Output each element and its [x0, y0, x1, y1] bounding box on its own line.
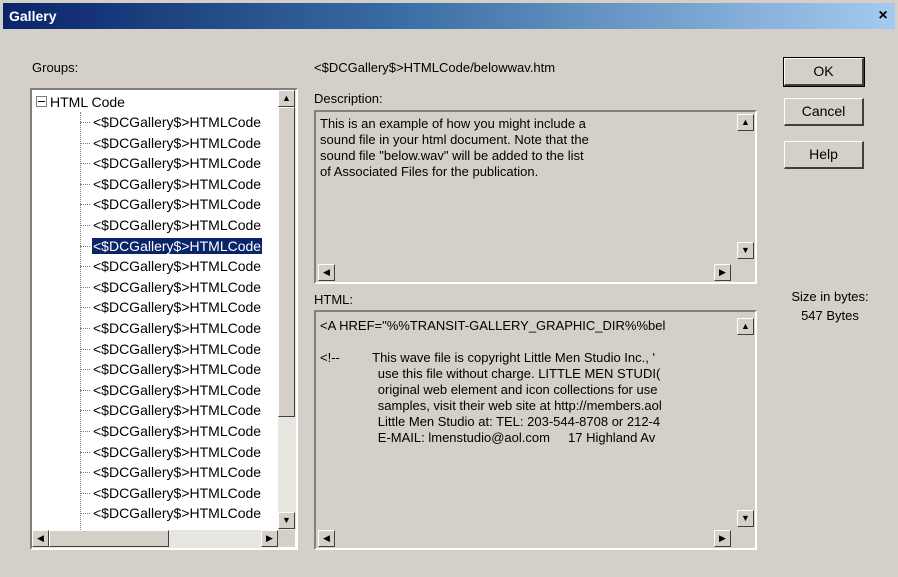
- html-code-line: E-MAIL: lmenstudio@aol.com 17 Highland A…: [320, 430, 656, 445]
- scrollbar-corner: [278, 530, 295, 547]
- file-path-label: <$DCGallery$>HTMLCode/belowwav.htm: [314, 60, 556, 75]
- html-code-text: <A HREF="%%TRANSIT-GALLERY_GRAPHIC_DIR%%…: [320, 318, 730, 446]
- tree-item-label: <$DCGallery$>HTMLCode: [93, 464, 262, 481]
- tree-item-label: <$DCGallery$>HTMLCode: [90, 236, 264, 255]
- tree-item-label: <$DCGallery$>HTMLCode: [93, 196, 262, 213]
- description-line: sound file in your html document. Note t…: [320, 132, 589, 147]
- scroll-right-arrow-icon[interactable]: ▶: [261, 530, 278, 547]
- html-code-line: [320, 334, 730, 350]
- tree-item[interactable]: <$DCGallery$>HTMLCode: [80, 503, 262, 523]
- tree-item-label: <$DCGallery$>HTMLCode: [93, 423, 262, 439]
- html-code-line: use this file without charge. LITTLE MEN…: [320, 366, 661, 381]
- tree-item-label: <$DCGallery$>HTMLCode: [93, 381, 262, 398]
- gallery-dialog: Gallery × Groups: HTML Code <$DCGallery$…: [0, 0, 898, 577]
- tree-item[interactable]: <$DCGallery$>HTMLCode: [80, 318, 262, 338]
- html-scroll-right-icon[interactable]: ▶: [714, 530, 731, 547]
- description-vertical-scrollbar[interactable]: ▲ ▼: [736, 112, 755, 264]
- description-text: This is an example of how you might incl…: [320, 116, 720, 180]
- description-line: of Associated Files for the publication.: [320, 164, 539, 179]
- tree-item-label: <$DCGallery$>HTMLCode: [93, 505, 262, 522]
- html-horizontal-scrollbar[interactable]: ◀ ▶: [316, 530, 736, 548]
- tree-item-label: <$DCGallery$>HTMLCode: [93, 320, 262, 336]
- size-label: Size in bytes:: [791, 289, 869, 304]
- groups-horizontal-scrollbar[interactable]: ◀ ▶: [32, 530, 278, 548]
- tree-item-label: <$DCGallery$>HTMLCode: [93, 443, 262, 460]
- description-scroll-down-icon[interactable]: ▼: [737, 242, 754, 259]
- tree-item[interactable]: <$DCGallery$>HTMLCode: [80, 483, 262, 503]
- collapse-toggle-icon[interactable]: [36, 96, 47, 107]
- html-scroll-down-icon[interactable]: ▼: [737, 510, 754, 527]
- tree-item-label: <$DCGallery$>HTMLCode: [93, 340, 262, 357]
- tree-item-label: <$DCGallery$>HTMLCode: [93, 114, 262, 130]
- tree-item[interactable]: <$DCGallery$>HTMLCode: [80, 194, 262, 214]
- size-value: 547 Bytes: [801, 308, 859, 323]
- ok-button[interactable]: OK: [783, 57, 865, 87]
- size-info: Size in bytes: 547 Bytes: [780, 287, 880, 325]
- description-scroll-right-icon[interactable]: ▶: [714, 264, 731, 281]
- tree-item[interactable]: <$DCGallery$>HTMLCode: [80, 153, 262, 173]
- cancel-button[interactable]: Cancel: [784, 98, 864, 126]
- description-horizontal-scrollbar[interactable]: ◀ ▶: [316, 264, 736, 282]
- tree-item[interactable]: <$DCGallery$>HTMLCode: [80, 256, 262, 276]
- html-vertical-scrollbar[interactable]: ▲ ▼: [736, 312, 755, 530]
- tree-item-label: <$DCGallery$>HTMLCode: [93, 484, 262, 501]
- html-label: HTML:: [314, 292, 353, 307]
- html-code-line: samples, visit their web site at http://…: [320, 398, 662, 413]
- tree-item-label: <$DCGallery$>HTMLCode: [93, 278, 262, 295]
- html-code-line: original web element and icon collection…: [320, 382, 658, 397]
- close-button[interactable]: ×: [873, 6, 893, 26]
- scroll-up-arrow-icon[interactable]: ▲: [278, 90, 295, 107]
- html-scroll-up-icon[interactable]: ▲: [737, 318, 754, 335]
- groups-vertical-scroll-thumb[interactable]: [278, 107, 295, 417]
- description-scroll-left-icon[interactable]: ◀: [318, 264, 335, 281]
- html-scroll-left-icon[interactable]: ◀: [318, 530, 335, 547]
- groups-horizontal-scroll-thumb[interactable]: [49, 530, 169, 547]
- tree-item[interactable]: <$DCGallery$>HTMLCode: [80, 421, 262, 441]
- description-line: sound file "below.wav" will be added to …: [320, 148, 584, 163]
- description-line: This is an example of how you might incl…: [320, 116, 586, 131]
- tree-root-html-code[interactable]: HTML Code: [50, 92, 125, 112]
- tree-item[interactable]: <$DCGallery$>HTMLCode: [80, 462, 262, 482]
- tree-item[interactable]: <$DCGallery$>HTMLCode: [80, 133, 262, 153]
- tree-item[interactable]: <$DCGallery$>HTMLCode: [80, 215, 262, 235]
- html-code-line: Little Men Studio at: TEL: 203-544-8708 …: [320, 414, 661, 429]
- tree-item[interactable]: <$DCGallery$>HTMLCode: [80, 112, 262, 132]
- tree-item-label: <$DCGallery$>HTMLCode: [93, 299, 262, 316]
- html-code-line: <A HREF="%%TRANSIT-GALLERY_GRAPHIC_DIR%%…: [320, 318, 666, 333]
- tree-item-label: <$DCGallery$>HTMLCode: [93, 402, 262, 419]
- help-button[interactable]: Help: [784, 141, 864, 169]
- tree-item[interactable]: <$DCGallery$>HTMLCode: [80, 236, 264, 256]
- groups-label: Groups:: [32, 60, 79, 75]
- tree-item-label: <$DCGallery$>HTMLCode: [93, 134, 262, 151]
- groups-tree[interactable]: HTML Code <$DCGallery$>HTMLCode <$DCGalle…: [30, 88, 298, 550]
- description-label: Description:: [314, 91, 383, 106]
- tree-item-label: <$DCGallery$>HTMLCode: [93, 258, 262, 275]
- tree-item[interactable]: <$DCGallery$>HTMLCode: [80, 400, 262, 420]
- description-box[interactable]: This is an example of how you might incl…: [314, 110, 757, 284]
- html-code-line: <!-- This wave file is copyright Little …: [320, 350, 655, 365]
- description-scroll-up-icon[interactable]: ▲: [737, 114, 754, 131]
- tree-item-label: <$DCGallery$>HTMLCode: [93, 175, 262, 192]
- scroll-down-arrow-icon[interactable]: ▼: [278, 512, 295, 529]
- tree-item-label: <$DCGallery$>HTMLCode: [93, 155, 262, 172]
- title-bar: Gallery ×: [3, 3, 895, 29]
- tree-item-label: <$DCGallery$>HTMLCode: [93, 361, 262, 378]
- tree-item-label: <$DCGallery$>HTMLCode: [93, 217, 262, 233]
- tree-item[interactable]: <$DCGallery$>HTMLCode: [80, 297, 262, 317]
- groups-tree-content: HTML Code <$DCGallery$>HTMLCode <$DCGalle…: [32, 90, 278, 536]
- tree-item[interactable]: <$DCGallery$>HTMLCode: [80, 359, 262, 379]
- groups-vertical-scrollbar[interactable]: ▲ ▼: [278, 90, 296, 530]
- scroll-left-arrow-icon[interactable]: ◀: [32, 530, 49, 547]
- tree-item[interactable]: <$DCGallery$>HTMLCode: [80, 380, 262, 400]
- html-code-box[interactable]: <A HREF="%%TRANSIT-GALLERY_GRAPHIC_DIR%%…: [314, 310, 757, 550]
- window-title: Gallery: [9, 8, 57, 24]
- tree-item[interactable]: <$DCGallery$>HTMLCode: [80, 339, 262, 359]
- tree-item[interactable]: <$DCGallery$>HTMLCode: [80, 174, 262, 194]
- tree-item[interactable]: <$DCGallery$>HTMLCode: [80, 442, 262, 462]
- tree-item[interactable]: <$DCGallery$>HTMLCode: [80, 277, 262, 297]
